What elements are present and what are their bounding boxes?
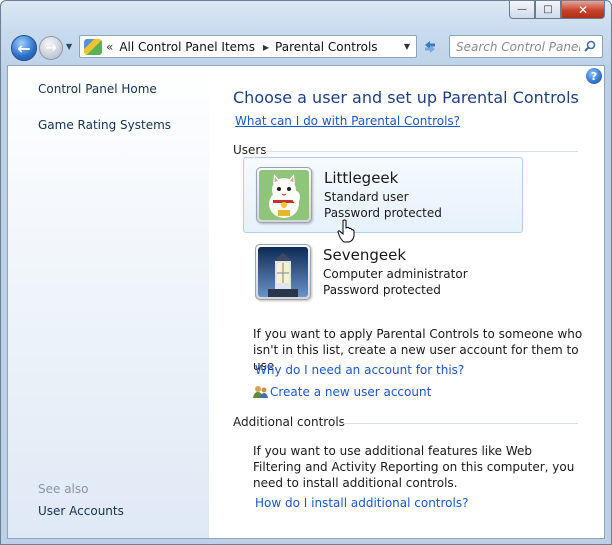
user-role: Standard user — [324, 190, 409, 204]
refresh-button[interactable] — [418, 35, 442, 58]
user-status: Password protected — [324, 206, 442, 220]
breadcrumb-separator[interactable]: ▸ — [263, 40, 269, 54]
address-dropdown-icon[interactable]: ▼ — [404, 42, 410, 51]
parental-controls-window: — □ ✕ ← → ▼ « All Control Panel Items ▸ … — [0, 0, 612, 545]
address-bar[interactable]: « All Control Panel Items ▸ Parental Con… — [79, 35, 417, 58]
sidebar-link-control-panel-home[interactable]: Control Panel Home — [38, 82, 157, 96]
what-can-i-do-link[interactable]: What can I do with Parental Controls? — [235, 114, 460, 128]
control-panel-icon — [84, 38, 102, 55]
user-status: Password protected — [323, 283, 441, 297]
user-role: Computer administrator — [323, 267, 468, 281]
user-name: Sevengeek — [323, 246, 407, 264]
back-arrow-icon: ← — [17, 38, 31, 58]
breadcrumb-control-panel-items[interactable]: All Control Panel Items — [119, 40, 255, 54]
users-section-header: Users — [233, 143, 267, 157]
help-icon[interactable]: ? — [586, 68, 602, 84]
search-icon[interactable] — [584, 40, 596, 52]
recent-pages-dropdown[interactable]: ▼ — [66, 42, 72, 51]
additional-divider — [341, 423, 578, 424]
page-title: Choose a user and set up Parental Contro… — [233, 88, 579, 107]
avatar — [255, 244, 311, 300]
forward-button[interactable]: → — [39, 36, 63, 60]
back-button[interactable]: ← — [11, 35, 37, 61]
refresh-icon — [425, 40, 435, 53]
caption-buttons: — □ ✕ — [509, 1, 605, 19]
see-also-label: See also — [38, 482, 89, 496]
user-name: Littlegeek — [324, 169, 399, 187]
close-button[interactable]: ✕ — [561, 1, 605, 19]
sidebar: Control Panel Home Game Rating Systems S… — [8, 66, 209, 538]
breadcrumb-parental-controls[interactable]: Parental Controls — [275, 40, 378, 54]
avatar — [256, 167, 312, 223]
create-user-account-link[interactable]: Create a new user account — [270, 385, 431, 399]
forward-arrow-icon: → — [45, 40, 57, 56]
additional-controls-header: Additional controls — [233, 415, 345, 429]
users-icon — [253, 386, 268, 398]
breadcrumb-overflow[interactable]: « — [106, 40, 113, 54]
sidebar-link-game-rating-systems[interactable]: Game Rating Systems — [38, 118, 171, 132]
maximize-button[interactable]: □ — [535, 1, 561, 19]
content-area: Control Panel Home Game Rating Systems S… — [7, 65, 605, 539]
install-controls-link[interactable]: How do I install additional controls? — [255, 496, 468, 510]
minimize-button[interactable]: — — [509, 1, 535, 19]
user-tile-sevengeek[interactable]: Sevengeek Computer administrator Passwor… — [243, 236, 523, 312]
users-divider — [265, 151, 578, 152]
navigation-bar: ← → ▼ « All Control Panel Items ▸ Parent… — [1, 31, 611, 63]
why-account-link[interactable]: Why do I need an account for this? — [255, 363, 464, 377]
lucky-cat-icon — [259, 170, 309, 220]
sidebar-link-user-accounts[interactable]: User Accounts — [38, 504, 124, 518]
search-input[interactable] — [449, 35, 603, 58]
user-tile-littlegeek[interactable]: Littlegeek Standard user Password protec… — [243, 157, 523, 233]
additional-controls-text: If you want to use additional features l… — [253, 444, 575, 490]
main-panel: ? Choose a user and set up Parental Cont… — [209, 66, 604, 538]
lighthouse-icon — [258, 247, 308, 297]
